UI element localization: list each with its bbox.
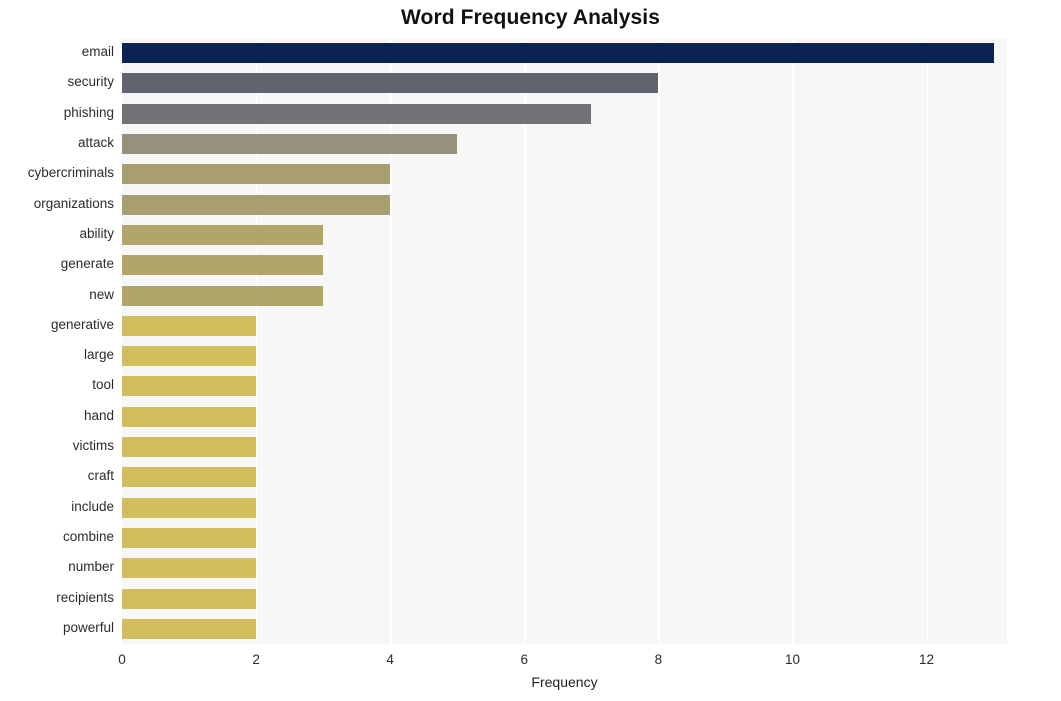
bar-row[interactable] — [122, 315, 1007, 336]
plot-area — [122, 38, 1007, 644]
x-tick-label-0: 0 — [118, 652, 126, 667]
y-tick-label-tool: tool — [92, 377, 114, 393]
bar-row[interactable] — [122, 558, 1007, 579]
x-axis-title: Frequency — [531, 674, 598, 690]
bar-row[interactable] — [122, 194, 1007, 215]
y-tick-label-generate: generate — [60, 256, 114, 272]
y-tick-label-new: new — [89, 286, 114, 302]
y-tick-label-attack: attack — [77, 135, 114, 151]
x-tick-label-10: 10 — [784, 652, 800, 667]
bar-tool[interactable] — [122, 376, 257, 397]
bar-security[interactable] — [122, 73, 659, 94]
bar-row[interactable] — [122, 588, 1007, 609]
bar-row[interactable] — [122, 164, 1007, 185]
bar-recipients[interactable] — [122, 588, 257, 609]
bar-include[interactable] — [122, 497, 257, 518]
bar-combine[interactable] — [122, 527, 257, 548]
bar-row[interactable] — [122, 346, 1007, 367]
bar-craft[interactable] — [122, 467, 257, 488]
bar-row[interactable] — [122, 103, 1007, 124]
x-axis-ticks: 0 2 4 6 8 10 12 — [118, 644, 1007, 674]
bar-victims[interactable] — [122, 437, 257, 458]
bar-row[interactable] — [122, 285, 1007, 306]
bar-row[interactable] — [122, 73, 1007, 94]
bar-generate[interactable] — [122, 255, 324, 276]
bar-ability[interactable] — [122, 224, 324, 245]
x-tick-label-8: 8 — [654, 652, 663, 667]
bar-row[interactable] — [122, 224, 1007, 245]
y-tick-label-hand: hand — [83, 407, 114, 423]
y-tick-label-ability: ability — [79, 225, 114, 241]
x-tick-label-4: 4 — [386, 652, 394, 667]
x-tick-label-2: 2 — [252, 652, 260, 667]
y-tick-label-combine: combine — [62, 528, 114, 544]
y-tick-label-generative: generative — [50, 316, 114, 332]
y-tick-label-recipients: recipients — [56, 589, 114, 605]
y-tick-label-email: email — [81, 44, 114, 60]
bar-row[interactable] — [122, 497, 1007, 518]
word-frequency-chart: Word Frequency Analysis email security phi… — [0, 0, 1061, 701]
bar-cybercriminals[interactable] — [122, 164, 391, 185]
y-tick-label-cybercriminals: cybercriminals — [27, 165, 114, 181]
bar-email[interactable] — [122, 43, 994, 64]
bar-organizations[interactable] — [122, 194, 391, 215]
y-tick-label-victims: victims — [72, 438, 114, 454]
bars-layer — [122, 38, 1007, 644]
bar-row[interactable] — [122, 618, 1007, 639]
bar-row[interactable] — [122, 134, 1007, 155]
x-tick-label-6: 6 — [520, 652, 529, 667]
bar-hand[interactable] — [122, 406, 257, 427]
x-tick-label-12: 12 — [919, 652, 935, 667]
bar-row[interactable] — [122, 406, 1007, 427]
bar-generative[interactable] — [122, 315, 257, 336]
bar-attack[interactable] — [122, 134, 458, 155]
y-tick-label-phishing: phishing — [63, 104, 114, 120]
bar-phishing[interactable] — [122, 103, 592, 124]
bar-row[interactable] — [122, 467, 1007, 488]
chart-title: Word Frequency Analysis — [400, 6, 661, 29]
y-tick-label-number: number — [68, 559, 114, 575]
bar-number[interactable] — [122, 558, 257, 579]
y-tick-label-include: include — [71, 498, 114, 514]
bar-row[interactable] — [122, 437, 1007, 458]
bar-powerful[interactable] — [122, 618, 257, 639]
y-tick-label-large: large — [83, 347, 114, 363]
y-tick-label-powerful: powerful — [62, 619, 114, 635]
bar-row[interactable] — [122, 527, 1007, 548]
bar-large[interactable] — [122, 346, 257, 367]
bar-row[interactable] — [122, 43, 1007, 64]
bar-row[interactable] — [122, 376, 1007, 397]
y-tick-label-security: security — [67, 74, 114, 90]
bar-row[interactable] — [122, 255, 1007, 276]
y-axis-labels: email security phishing attack cybercriminal… — [0, 38, 114, 644]
y-tick-label-craft: craft — [87, 468, 114, 484]
y-tick-label-organizations: organizations — [33, 195, 114, 211]
bar-new[interactable] — [122, 285, 324, 306]
